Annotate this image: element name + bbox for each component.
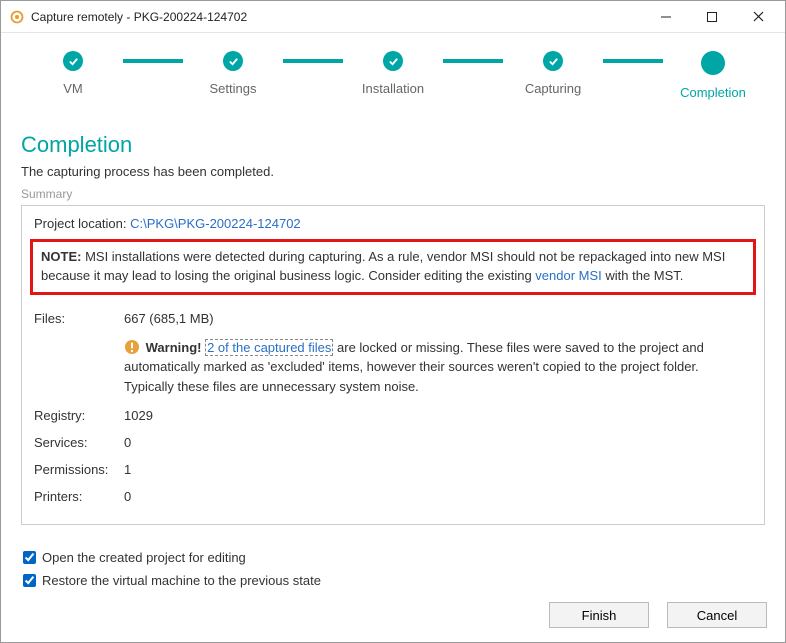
step-connector <box>603 59 663 63</box>
step-dot <box>63 51 83 71</box>
step-settings: Settings <box>183 51 283 96</box>
window-controls <box>643 2 781 32</box>
services-value: 0 <box>124 429 752 456</box>
permissions-label: Permissions: <box>34 456 124 483</box>
summary-panel: Project location: C:\PKG\PKG-200224-1247… <box>21 206 765 525</box>
app-icon <box>9 9 25 25</box>
step-label: Installation <box>362 81 424 96</box>
open-project-checkbox[interactable] <box>23 551 36 564</box>
services-label: Services: <box>34 429 124 456</box>
table-row: Printers: 0 <box>34 483 752 510</box>
title-bar: Capture remotely - PKG-200224-124702 <box>1 1 785 33</box>
table-row: Warning! 2 of the captured files are loc… <box>34 332 752 403</box>
step-dot <box>543 51 563 71</box>
printers-value: 0 <box>124 483 752 510</box>
page-subtitle: The capturing process has been completed… <box>21 164 765 179</box>
step-connector <box>283 59 343 63</box>
step-connector <box>123 59 183 63</box>
button-row: Finish Cancel <box>19 602 767 628</box>
restore-vm-checkbox[interactable] <box>23 574 36 587</box>
files-warning: Warning! 2 of the captured files are loc… <box>124 332 752 403</box>
project-location-label: Project location: <box>34 216 130 231</box>
registry-label: Registry: <box>34 402 124 429</box>
step-label: Settings <box>210 81 257 96</box>
open-project-label: Open the created project for editing <box>42 550 246 565</box>
summary-table: Files: 667 (685,1 MB) Warning! 2 of the … <box>34 305 752 511</box>
note-text-after: with the MST. <box>602 268 684 283</box>
table-row: Files: 667 (685,1 MB) <box>34 305 752 332</box>
printers-label: Printers: <box>34 483 124 510</box>
captured-files-link[interactable]: 2 of the captured files <box>205 339 333 356</box>
content: Completion The capturing process has bee… <box>1 110 785 525</box>
files-label: Files: <box>34 305 124 332</box>
step-dot <box>223 51 243 71</box>
step-dot <box>383 51 403 71</box>
registry-value: 1029 <box>124 402 752 429</box>
files-value: 667 (685,1 MB) <box>124 305 752 332</box>
project-location-link[interactable]: C:\PKG\PKG-200224-124702 <box>130 216 301 231</box>
step-label: Completion <box>680 85 746 100</box>
cancel-button[interactable]: Cancel <box>667 602 767 628</box>
step-label: VM <box>63 81 83 96</box>
step-capturing: Capturing <box>503 51 603 96</box>
table-row: Permissions: 1 <box>34 456 752 483</box>
page-title: Completion <box>21 132 765 158</box>
step-completion: Completion <box>663 51 763 100</box>
step-vm: VM <box>23 51 123 96</box>
step-installation: Installation <box>343 51 443 96</box>
warning-label: Warning! <box>146 340 202 355</box>
summary-label: Summary <box>21 187 765 206</box>
restore-vm-label: Restore the virtual machine to the previ… <box>42 573 321 588</box>
progress-stepper: VM Settings Installation Capturing Compl… <box>1 33 785 110</box>
close-button[interactable] <box>735 2 781 32</box>
open-project-checkbox-row[interactable]: Open the created project for editing <box>19 548 767 567</box>
finish-button[interactable]: Finish <box>549 602 649 628</box>
vendor-msi-link[interactable]: vendor MSI <box>535 268 601 283</box>
warning-icon <box>124 339 140 355</box>
maximize-button[interactable] <box>689 2 735 32</box>
project-location-row: Project location: C:\PKG\PKG-200224-1247… <box>34 216 752 231</box>
footer: Open the created project for editing Res… <box>1 534 785 642</box>
step-dot-current <box>701 51 725 75</box>
window-title: Capture remotely - PKG-200224-124702 <box>31 10 643 24</box>
step-label: Capturing <box>525 81 581 96</box>
permissions-value: 1 <box>124 456 752 483</box>
restore-vm-checkbox-row[interactable]: Restore the virtual machine to the previ… <box>19 571 767 590</box>
table-row: Registry: 1029 <box>34 402 752 429</box>
table-row: Services: 0 <box>34 429 752 456</box>
minimize-button[interactable] <box>643 2 689 32</box>
note-box: NOTE: MSI installations were detected du… <box>30 239 756 295</box>
step-connector <box>443 59 503 63</box>
note-prefix: NOTE: <box>41 249 81 264</box>
